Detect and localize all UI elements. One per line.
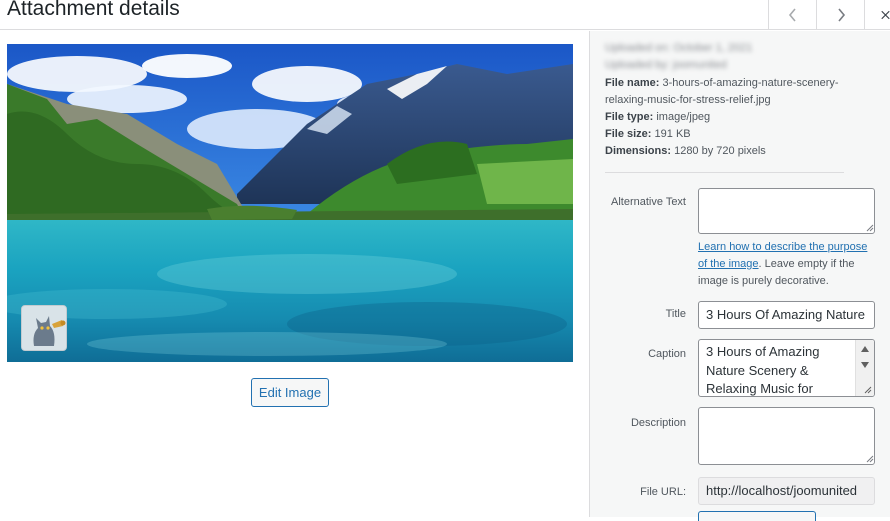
copy-url-button[interactable] <box>698 511 816 521</box>
alt-text-help: Learn how to describe the purpose of the… <box>698 239 878 290</box>
close-icon <box>881 10 890 20</box>
file-url-input[interactable]: http://localhost/joomunited <box>698 477 875 505</box>
file-name-label: File name: <box>605 77 660 89</box>
file-size-row: File size: 191 KB <box>605 126 691 143</box>
dimensions-value: 1280 by 720 pixels <box>674 145 766 157</box>
uploaded-on: Uploaded on: October 1, 2021 <box>605 42 753 54</box>
avatar[interactable] <box>21 305 67 351</box>
file-size-label: File size: <box>605 128 652 140</box>
alt-text-label: Alternative Text <box>610 196 686 208</box>
dimensions-row: Dimensions: 1280 by 720 pixels <box>605 143 766 160</box>
nature-landscape-image <box>7 44 573 362</box>
title-input[interactable]: 3 Hours Of Amazing Nature <box>698 301 875 329</box>
description-textarea[interactable] <box>698 407 875 465</box>
modal-title: Attachment details <box>7 0 180 20</box>
scroll-up-icon[interactable] <box>861 346 869 352</box>
uploaded-by: Uploaded by: joomunited <box>605 59 727 71</box>
cat-avatar-icon <box>22 306 66 350</box>
file-type-row: File type: image/jpeg <box>605 109 710 126</box>
file-type-value: image/jpeg <box>656 111 711 123</box>
alt-text-field[interactable] <box>698 188 875 234</box>
resize-grip-icon[interactable] <box>866 224 874 232</box>
file-name-row: File name: 3-hours-of-amazing-nature-sce… <box>605 75 839 109</box>
attachment-preview-panel: Edit Image <box>0 31 589 517</box>
description-label: Description <box>630 417 686 429</box>
scroll-down-icon[interactable] <box>861 362 869 368</box>
close-modal-button[interactable] <box>864 0 890 30</box>
resize-grip-icon[interactable] <box>866 455 874 463</box>
resize-grip-icon[interactable] <box>864 386 872 394</box>
attachment-details-sidebar: Uploaded on: October 1, 2021 Uploaded by… <box>589 31 890 521</box>
caption-textarea[interactable]: 3 Hours of Amazing Nature Scenery & Rela… <box>698 339 875 397</box>
caption-text: 3 Hours of Amazing Nature Scenery & Rela… <box>706 344 820 396</box>
previous-attachment-button[interactable] <box>768 0 816 30</box>
chevron-right-icon <box>837 8 845 22</box>
chevron-left-icon <box>788 8 796 22</box>
edit-image-button[interactable]: Edit Image <box>251 378 329 407</box>
dimensions-label: Dimensions: <box>605 145 672 157</box>
file-type-label: File type: <box>605 111 654 123</box>
file-name-line1: 3-hours-of-amazing-nature-scenery- <box>662 77 839 89</box>
caption-scrollbar[interactable] <box>855 340 874 396</box>
file-url-label: File URL: <box>640 486 686 498</box>
next-attachment-button[interactable] <box>816 0 864 30</box>
divider <box>605 172 844 173</box>
caption-label: Caption <box>648 348 686 360</box>
attachment-image <box>7 44 573 362</box>
modal-header: Attachment details <box>0 0 890 30</box>
file-size-value: 191 KB <box>654 128 691 140</box>
file-name-line2: relaxing-music-for-stress-relief.jpg <box>605 94 771 106</box>
title-label: Title <box>665 308 686 320</box>
